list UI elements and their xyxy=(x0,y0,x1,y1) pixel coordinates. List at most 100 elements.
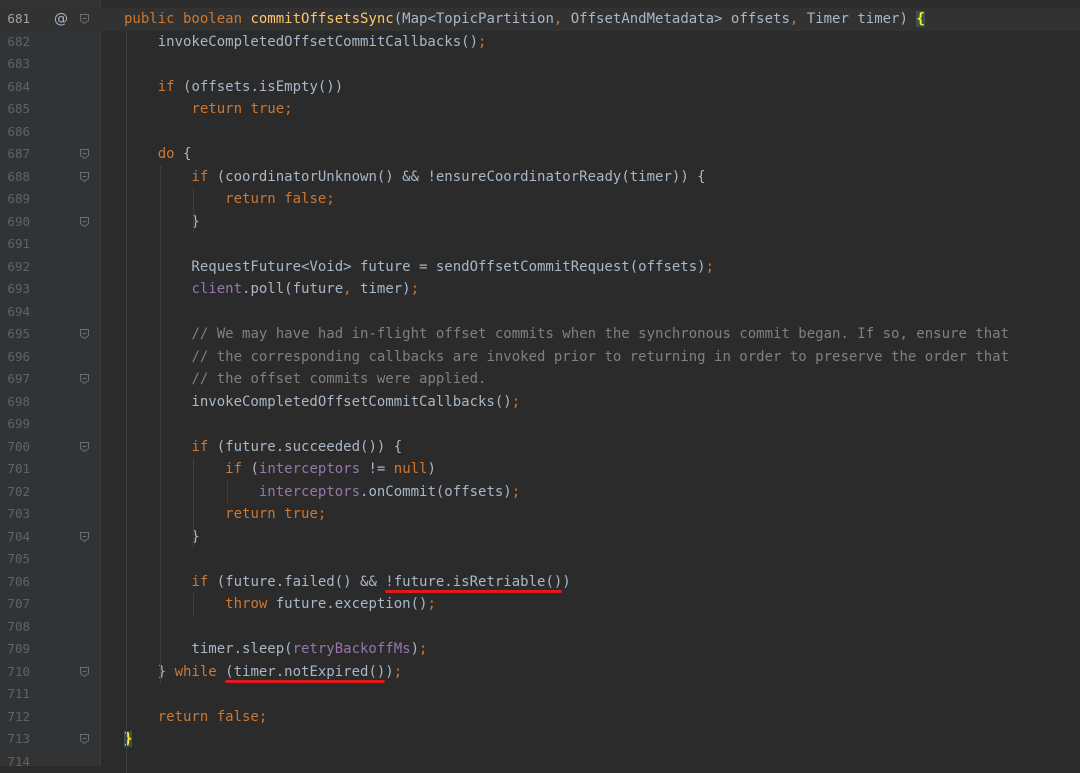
code-line[interactable]: 693 client.poll(future, timer); xyxy=(0,278,1080,301)
line-number[interactable]: 712 xyxy=(0,706,30,729)
fold-marker-icon[interactable] xyxy=(80,217,89,227)
code-line[interactable]: 705 xyxy=(0,548,1080,571)
line-number[interactable]: 681 xyxy=(0,8,30,31)
code-text[interactable]: do { xyxy=(124,143,191,166)
code-text[interactable]: if (future.succeeded()) { xyxy=(124,436,402,459)
code-line[interactable]: 687 do { xyxy=(0,143,1080,166)
line-number[interactable]: 683 xyxy=(0,53,30,76)
code-text[interactable]: interceptors.onCommit(offsets); xyxy=(124,481,520,504)
code-line[interactable]: 694 xyxy=(0,301,1080,324)
line-number[interactable]: 711 xyxy=(0,683,30,706)
code-line[interactable]: 707 throw future.exception(); xyxy=(0,593,1080,616)
code-line[interactable]: 690 } xyxy=(0,211,1080,234)
line-number[interactable]: 694 xyxy=(0,301,30,324)
code-line[interactable]: 698 invokeCompletedOffsetCommitCallbacks… xyxy=(0,391,1080,414)
code-text[interactable]: // We may have had in-flight offset comm… xyxy=(124,323,1009,346)
line-number[interactable]: 684 xyxy=(0,76,30,99)
code-text[interactable]: throw future.exception(); xyxy=(124,593,436,616)
fold-marker-icon[interactable] xyxy=(80,442,89,452)
line-number[interactable]: 701 xyxy=(0,458,30,481)
code-text[interactable]: // the corresponding callbacks are invok… xyxy=(124,346,1009,369)
code-line[interactable]: 708 xyxy=(0,616,1080,639)
line-number[interactable]: 686 xyxy=(0,121,30,144)
code-text[interactable]: timer.sleep(retryBackoffMs); xyxy=(124,638,427,661)
code-line[interactable]: 711 xyxy=(0,683,1080,706)
line-number[interactable]: 697 xyxy=(0,368,30,391)
line-number[interactable]: 702 xyxy=(0,481,30,504)
line-number[interactable]: 689 xyxy=(0,188,30,211)
code-line[interactable]: 691 xyxy=(0,233,1080,256)
line-number[interactable]: 699 xyxy=(0,413,30,436)
line-number[interactable]: 700 xyxy=(0,436,30,459)
code-text[interactable]: } xyxy=(124,211,200,234)
line-number[interactable]: 713 xyxy=(0,728,30,751)
line-number[interactable]: 706 xyxy=(0,571,30,594)
code-text[interactable]: client.poll(future, timer); xyxy=(124,278,419,301)
code-line[interactable]: 692 RequestFuture<Void> future = sendOff… xyxy=(0,256,1080,279)
code-editor[interactable]: 681 public boolean commitOffsetsSync(Map<… xyxy=(0,0,1080,766)
code-text[interactable]: public boolean commitOffsetsSync(Map<Top… xyxy=(124,8,925,31)
code-text[interactable]: invokeCompletedOffsetCommitCallbacks(); xyxy=(124,391,520,414)
code-text[interactable]: if (interceptors != null) xyxy=(124,458,436,481)
line-number[interactable]: 682 xyxy=(0,31,30,54)
code-line[interactable]: 700 if (future.succeeded()) { xyxy=(0,436,1080,459)
code-text[interactable]: invokeCompletedOffsetCommitCallbacks(); xyxy=(124,31,486,54)
code-line[interactable]: 713} xyxy=(0,728,1080,751)
code-line[interactable]: 710 } while (timer.notExpired()); xyxy=(0,661,1080,684)
code-text[interactable]: if (offsets.isEmpty()) xyxy=(124,76,343,99)
code-line[interactable]: 699 xyxy=(0,413,1080,436)
code-text[interactable]: RequestFuture<Void> future = sendOffsetC… xyxy=(124,256,714,279)
line-number[interactable]: 710 xyxy=(0,661,30,684)
line-number[interactable]: 704 xyxy=(0,526,30,549)
code-text[interactable]: return true; xyxy=(124,98,293,121)
line-number[interactable]: 687 xyxy=(0,143,30,166)
line-number[interactable]: 692 xyxy=(0,256,30,279)
code-line[interactable]: 688 if (coordinatorUnknown() && !ensureC… xyxy=(0,166,1080,189)
code-line[interactable]: 684 if (offsets.isEmpty()) xyxy=(0,76,1080,99)
code-line[interactable]: 696 // the corresponding callbacks are i… xyxy=(0,346,1080,369)
line-number[interactable]: 688 xyxy=(0,166,30,189)
line-number[interactable]: 698 xyxy=(0,391,30,414)
code-line[interactable]: 686 xyxy=(0,121,1080,144)
fold-marker-icon[interactable] xyxy=(80,734,89,744)
code-line[interactable]: 697 // the offset commits were applied. xyxy=(0,368,1080,391)
code-line[interactable]: 709 timer.sleep(retryBackoffMs); xyxy=(0,638,1080,661)
line-number[interactable]: 707 xyxy=(0,593,30,616)
code-text[interactable]: // the offset commits were applied. xyxy=(124,368,486,391)
code-text[interactable]: } xyxy=(124,526,200,549)
line-number[interactable]: 685 xyxy=(0,98,30,121)
code-line[interactable]: 712 return false; xyxy=(0,706,1080,729)
code-text[interactable]: if (coordinatorUnknown() && !ensureCoord… xyxy=(124,166,706,189)
fold-marker-icon[interactable] xyxy=(80,532,89,542)
code-line[interactable]: 695 // We may have had in-flight offset … xyxy=(0,323,1080,346)
code-line[interactable]: 685 return true; xyxy=(0,98,1080,121)
code-line[interactable]: 681 public boolean commitOffsetsSync(Map<… xyxy=(0,8,1080,31)
code-text[interactable]: return true; xyxy=(124,503,326,526)
fold-marker-icon[interactable] xyxy=(80,374,89,384)
code-line[interactable]: 701 if (interceptors != null) xyxy=(0,458,1080,481)
fold-marker-icon[interactable] xyxy=(80,667,89,677)
code-text[interactable]: return false; xyxy=(124,706,267,729)
fold-marker-icon[interactable] xyxy=(80,149,89,159)
code-line[interactable]: 702 interceptors.onCommit(offsets); xyxy=(0,481,1080,504)
line-number[interactable]: 708 xyxy=(0,616,30,639)
override-annotation-icon[interactable]: @ xyxy=(54,8,68,31)
line-number[interactable]: 709 xyxy=(0,638,30,661)
line-number[interactable]: 691 xyxy=(0,233,30,256)
line-number[interactable]: 705 xyxy=(0,548,30,571)
fold-marker-icon[interactable] xyxy=(80,172,89,182)
line-number[interactable]: 693 xyxy=(0,278,30,301)
line-number[interactable]: 714 xyxy=(0,751,30,773)
code-line[interactable]: 714 xyxy=(0,751,1080,773)
line-number[interactable]: 695 xyxy=(0,323,30,346)
code-line[interactable]: 703 return true; xyxy=(0,503,1080,526)
line-number[interactable]: 690 xyxy=(0,211,30,234)
code-line[interactable]: 704 } xyxy=(0,526,1080,549)
code-text[interactable]: return false; xyxy=(124,188,335,211)
code-line[interactable]: 682 invokeCompletedOffsetCommitCallbacks… xyxy=(0,31,1080,54)
fold-marker-icon[interactable] xyxy=(80,329,89,339)
line-number[interactable]: 696 xyxy=(0,346,30,369)
code-line[interactable]: 689 return false; xyxy=(0,188,1080,211)
line-number[interactable]: 703 xyxy=(0,503,30,526)
fold-marker-icon[interactable] xyxy=(80,14,89,24)
